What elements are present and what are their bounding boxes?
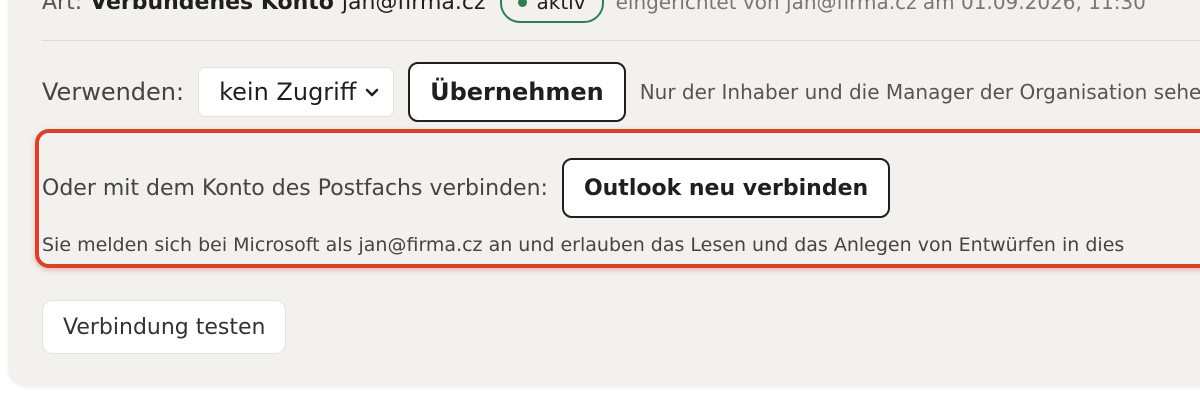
status-dot-icon <box>517 0 527 7</box>
status-badge-label: aktiv <box>536 0 586 14</box>
account-type-value: Verbundenes Konto <box>90 0 334 15</box>
test-connection-button[interactable]: Verbindung testen <box>42 300 287 354</box>
account-row: Art: Verbundenes Konto jan@firma.cz akti… <box>42 0 1146 24</box>
divider <box>42 40 1200 41</box>
account-setup-info: eingerichtet von jan@firma.cz am 01.09.2… <box>615 0 1146 14</box>
connect-label: Oder mit dem Konto des Postfachs verbind… <box>42 175 548 201</box>
account-email: jan@firma.cz <box>341 0 486 15</box>
access-select-value: kein Zugriff <box>219 78 357 106</box>
account-type-label: Art: <box>42 0 83 15</box>
chevron-down-icon <box>365 83 379 102</box>
usage-row: Verwenden: kein Zugriff Übernehmen Nur d… <box>42 61 1200 123</box>
usage-label: Verwenden: <box>42 78 185 106</box>
connect-info-text: Sie melden sich bei Microsoft als jan@fi… <box>42 234 1125 256</box>
apply-button[interactable]: Übernehmen <box>408 62 626 122</box>
reconnect-outlook-button[interactable]: Outlook neu verbinden <box>561 158 891 218</box>
status-badge: aktiv <box>499 0 604 23</box>
usage-note: Nur der Inhaber und die Manager der Orga… <box>639 80 1200 104</box>
access-select[interactable]: kein Zugriff <box>198 67 395 117</box>
connect-row: Oder mit dem Konto des Postfachs verbind… <box>42 158 891 218</box>
